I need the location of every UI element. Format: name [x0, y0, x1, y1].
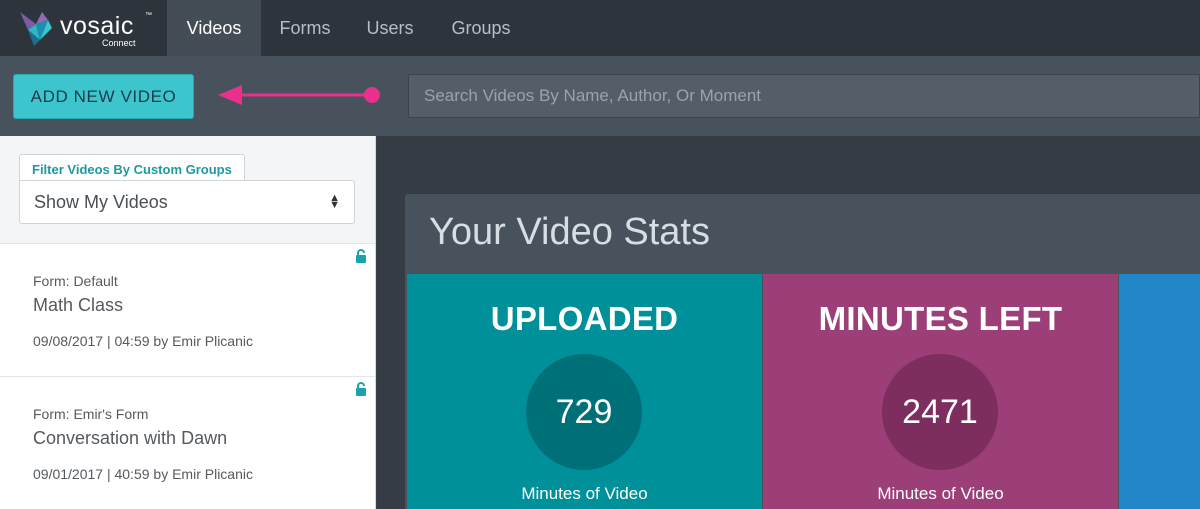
left-arrow-annotation-icon: [218, 85, 380, 105]
unlock-icon[interactable]: [355, 382, 367, 396]
sort-caret-icon: ▲ ▼: [329, 192, 340, 212]
third-stat-card: [1119, 274, 1200, 509]
video-form-name: Form: Default: [33, 273, 118, 289]
logo-wordmark: vosaic: [60, 12, 134, 40]
tab-groups[interactable]: Groups: [438, 0, 524, 56]
vosaic-butterfly-icon: [20, 12, 52, 46]
top-nav: vosaic ™ Connect Videos Forms Users Grou…: [0, 0, 1200, 56]
stat-label: MINUTES LEFT: [818, 300, 1063, 337]
tab-forms[interactable]: Forms: [266, 0, 344, 56]
video-form-name: Form: Emir's Form: [33, 406, 149, 422]
video-meta: 09/08/2017 | 04:59 by Emir Plicanic: [33, 333, 253, 349]
video-meta: 09/01/2017 | 40:59 by Emir Plicanic: [33, 466, 253, 482]
vosaic-logo[interactable]: vosaic ™ Connect: [18, 8, 158, 50]
stat-circle: 729: [526, 354, 642, 470]
add-new-video-button[interactable]: ADD NEW VIDEO: [13, 74, 194, 119]
video-sidebar: Filter Videos By Custom Groups Show My V…: [0, 136, 376, 509]
custom-group-select[interactable]: Show My Videos ▲ ▼: [19, 180, 355, 224]
tab-videos[interactable]: Videos: [167, 0, 261, 56]
filter-area: Filter Videos By Custom Groups Show My V…: [0, 136, 375, 244]
custom-group-select-value: Show My Videos: [34, 192, 168, 212]
stat-value: 2471: [902, 393, 978, 431]
video-title: Math Class: [33, 295, 124, 315]
minutes-left-stat-card: MINUTES LEFT 2471 Minutes of Video: [763, 274, 1118, 509]
stat-value: 729: [555, 393, 613, 431]
stat-caption: Minutes of Video: [877, 484, 1004, 503]
stat-label: UPLOADED: [490, 300, 679, 337]
logo-trademark: ™: [145, 12, 152, 19]
video-list-item[interactable]: Form: Emir's Form Conversation with Dawn…: [0, 377, 375, 509]
video-title: Conversation with Dawn: [33, 428, 228, 448]
search-input[interactable]: Search Videos By Name, Author, Or Moment: [408, 74, 1200, 118]
video-list-item[interactable]: Form: Default Math Class 09/08/2017 | 04…: [0, 244, 375, 377]
stats-title: Your Video Stats: [429, 211, 710, 253]
filter-label: Filter Videos By Custom Groups: [19, 154, 245, 182]
tab-users[interactable]: Users: [352, 0, 428, 56]
stat-caption: Minutes of Video: [521, 484, 648, 503]
stat-circle: 2471: [882, 354, 998, 470]
logo-subtitle: Connect: [102, 38, 136, 48]
uploaded-stat-card: UPLOADED 729 Minutes of Video: [407, 274, 762, 509]
unlock-icon[interactable]: [355, 249, 367, 263]
